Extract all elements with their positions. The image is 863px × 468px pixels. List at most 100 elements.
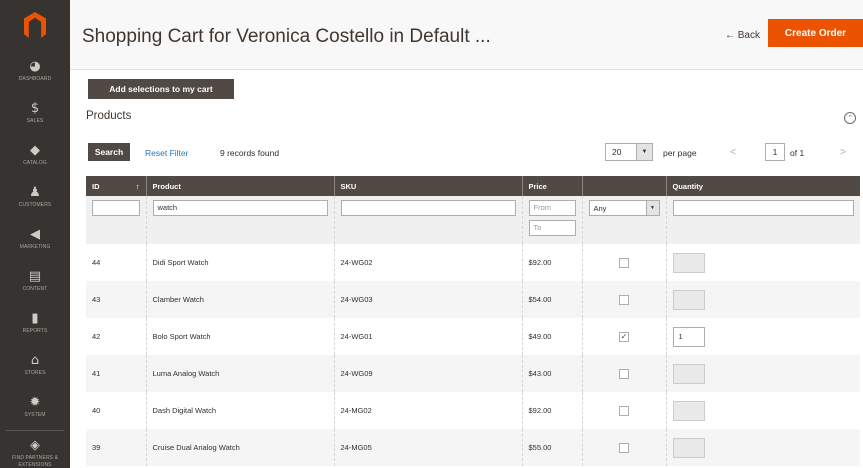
- cell-id: 40: [92, 406, 101, 415]
- add-to-cart-checkbox[interactable]: [619, 368, 629, 379]
- create-order-button[interactable]: Create Order: [768, 19, 863, 47]
- quantity-input[interactable]: [672, 363, 705, 384]
- chevron-down-icon[interactable]: ▼: [636, 144, 652, 160]
- back-button[interactable]: ← Back: [725, 30, 760, 41]
- sidebar-divider: [6, 430, 64, 431]
- cell-product: Bolo Sport Watch: [145, 318, 334, 355]
- sidebar-item-label: CUSTOMERS: [18, 201, 52, 208]
- sidebar-item-find-partners-extensions[interactable]: ◈ FIND PARTNERS & EXTENSIONS: [0, 433, 70, 468]
- quantity-input[interactable]: 1: [672, 326, 705, 347]
- in-cart-filter-select[interactable]: Any ▼: [588, 200, 660, 216]
- filter-cell-product: watch: [145, 196, 334, 244]
- sidebar-item-label: CONTENT: [22, 285, 48, 292]
- filter-cell-id: [86, 196, 146, 244]
- products-grid: ID ↑ Product SKU Price Quantity watch Fro…: [86, 176, 860, 466]
- column-header-price[interactable]: Price: [521, 176, 582, 196]
- sidebar-item-customers[interactable]: ♟ CUSTOMERS: [0, 176, 70, 218]
- page-header: Shopping Cart for Veronica Costello in D…: [70, 0, 863, 70]
- cell-product: Didi Sport Watch: [145, 244, 334, 281]
- add-to-cart-checkbox[interactable]: [619, 405, 629, 416]
- table-row[interactable]: 40 Dash Digital Watch 24-MG02 $92.00: [86, 392, 860, 429]
- sidebar-item-content[interactable]: ▤ CONTENT: [0, 260, 70, 302]
- add-selections-button[interactable]: Add selections to my cart: [88, 79, 234, 99]
- collapse-icon[interactable]: ⌃: [844, 112, 856, 124]
- cell-product: Luma Analog Watch: [145, 355, 334, 392]
- sidebar-item-stores[interactable]: ⌂ STORES: [0, 344, 70, 386]
- product-filter-input[interactable]: watch: [152, 200, 328, 216]
- table-row[interactable]: 41 Luma Analog Watch 24-WG09 $43.00: [86, 355, 860, 392]
- sidebar-item-system[interactable]: ✹ SYSTEM: [0, 386, 70, 428]
- id-filter-input[interactable]: [92, 200, 140, 216]
- sidebar-item-dashboard[interactable]: ◕ DASHBOARD: [0, 50, 70, 92]
- sidebar-item-label: SYSTEM: [24, 411, 46, 418]
- table-row[interactable]: 39 Cruise Dual Analog Watch 24-MG05 $55.00: [86, 429, 860, 466]
- cell-price: $92.00: [521, 392, 582, 429]
- partners-cube-icon: ◈: [30, 438, 40, 453]
- cell-sku: 24-WG09: [333, 355, 522, 392]
- price-to-input[interactable]: To: [528, 220, 576, 236]
- next-page-button[interactable]: >: [829, 143, 857, 161]
- megaphone-icon: ◀: [30, 226, 40, 242]
- price-from-input[interactable]: From: [528, 200, 576, 216]
- previous-page-button[interactable]: <: [719, 143, 747, 161]
- cell-price: $43.00: [521, 355, 582, 392]
- cell-select: [581, 244, 666, 281]
- cell-quantity: [665, 281, 860, 318]
- section-title: Products: [86, 110, 132, 122]
- sidebar-item-catalog[interactable]: ◆ CATALOG: [0, 134, 70, 176]
- content-page-icon: ▤: [28, 268, 42, 284]
- cell-id: 44: [92, 258, 101, 267]
- cell-product: Cruise Dual Analog Watch: [145, 429, 334, 466]
- per-page-value: 20: [612, 147, 622, 157]
- page-title: Shopping Cart for Veronica Costello in D…: [82, 26, 491, 47]
- table-row[interactable]: 44 Didi Sport Watch 24-WG02 $92.00: [86, 244, 860, 281]
- sidebar-item-label: FIND PARTNERS & EXTENSIONS: [11, 455, 59, 468]
- cell-product: Dash Digital Watch: [145, 392, 334, 429]
- filter-cell-select: Any ▼: [581, 196, 666, 244]
- cell-quantity: [665, 244, 860, 281]
- cell-price: $55.00: [521, 429, 582, 466]
- cell-sku: 24-MG02: [333, 392, 522, 429]
- cell-sku: 24-WG01: [333, 318, 522, 355]
- sidebar-item-marketing[interactable]: ◀ MARKETING: [0, 218, 70, 260]
- search-button[interactable]: Search: [88, 143, 130, 161]
- chevron-down-icon[interactable]: ▼: [645, 201, 659, 215]
- quantity-input[interactable]: [672, 289, 705, 310]
- sort-arrow-icon[interactable]: ↑: [136, 182, 140, 191]
- column-header-quantity[interactable]: Quantity: [665, 176, 860, 196]
- add-to-cart-checkbox[interactable]: [619, 442, 629, 453]
- sidebar-item-sales[interactable]: $ SALES: [0, 92, 70, 134]
- cell-select: [581, 355, 666, 392]
- cell-quantity: [665, 392, 860, 429]
- sku-filter-input[interactable]: [340, 200, 516, 216]
- reset-filter-link[interactable]: Reset Filter: [145, 148, 188, 158]
- sidebar-item-label: STORES: [24, 369, 46, 376]
- cell-id: 43: [86, 281, 146, 318]
- column-header-sku[interactable]: SKU: [333, 176, 522, 196]
- gear-icon: ✹: [29, 394, 41, 410]
- table-row[interactable]: 42 Bolo Sport Watch 24-WG01 $49.00 ✓ 1: [86, 318, 860, 355]
- quantity-input[interactable]: [672, 437, 705, 458]
- add-to-cart-checkbox[interactable]: [619, 257, 629, 268]
- column-header-select[interactable]: [581, 176, 666, 196]
- cell-price: $54.00: [521, 281, 582, 318]
- cell-sku: 24-WG02: [333, 244, 522, 281]
- table-row[interactable]: 43 Clamber Watch 24-WG03 $54.00: [86, 281, 860, 318]
- quantity-input[interactable]: [672, 400, 705, 421]
- current-page-input[interactable]: 1: [765, 143, 785, 161]
- cell-select: ✓: [581, 318, 666, 355]
- cell-price: $92.00: [521, 244, 582, 281]
- add-to-cart-checkbox[interactable]: ✓: [619, 331, 629, 342]
- quantity-filter-input[interactable]: [672, 200, 854, 216]
- quantity-input[interactable]: [672, 252, 705, 273]
- cell-quantity: 1: [665, 318, 860, 355]
- column-header-id[interactable]: ID ↑: [86, 176, 146, 196]
- per-page-select[interactable]: 20 ▼: [605, 143, 653, 161]
- column-header-product[interactable]: Product: [145, 176, 334, 196]
- cell-product: Clamber Watch: [145, 281, 334, 318]
- records-count: 9 records found: [220, 148, 280, 158]
- add-to-cart-checkbox[interactable]: [619, 294, 629, 305]
- magento-logo[interactable]: [0, 0, 70, 50]
- sidebar-item-label: MARKETING: [19, 243, 51, 250]
- sidebar-item-reports[interactable]: ▮ REPORTS: [0, 302, 70, 344]
